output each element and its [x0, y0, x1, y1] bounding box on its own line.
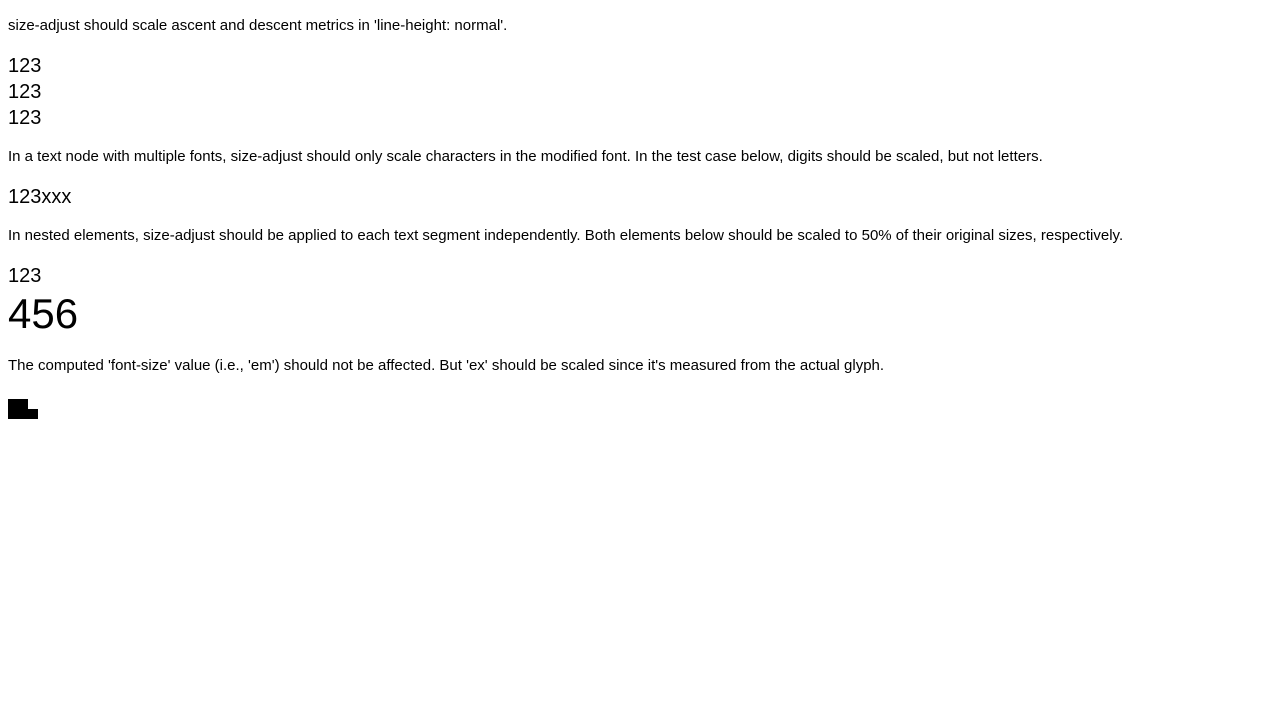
- line-height-sample-1: 123: [8, 55, 42, 77]
- line-height-description: size-adjust should scale ascent and desc…: [8, 17, 508, 34]
- unit-boxes: [8, 399, 38, 419]
- ex-box: [28, 409, 38, 419]
- em-box: [8, 399, 28, 419]
- nested-inner-sample: 456: [8, 290, 79, 337]
- units-description: The computed 'font-size' value (i.e., 'e…: [8, 357, 885, 374]
- nested-description: In nested elements, size-adjust should b…: [8, 227, 1124, 244]
- line-height-sample-3: 123: [8, 107, 42, 129]
- mixed-font-sample: 123xxx: [8, 186, 72, 208]
- multiple-fonts-description: In a text node with multiple fonts, size…: [8, 148, 1043, 165]
- nested-outer-sample: 123: [8, 265, 42, 287]
- line-height-sample-2: 123: [8, 81, 42, 103]
